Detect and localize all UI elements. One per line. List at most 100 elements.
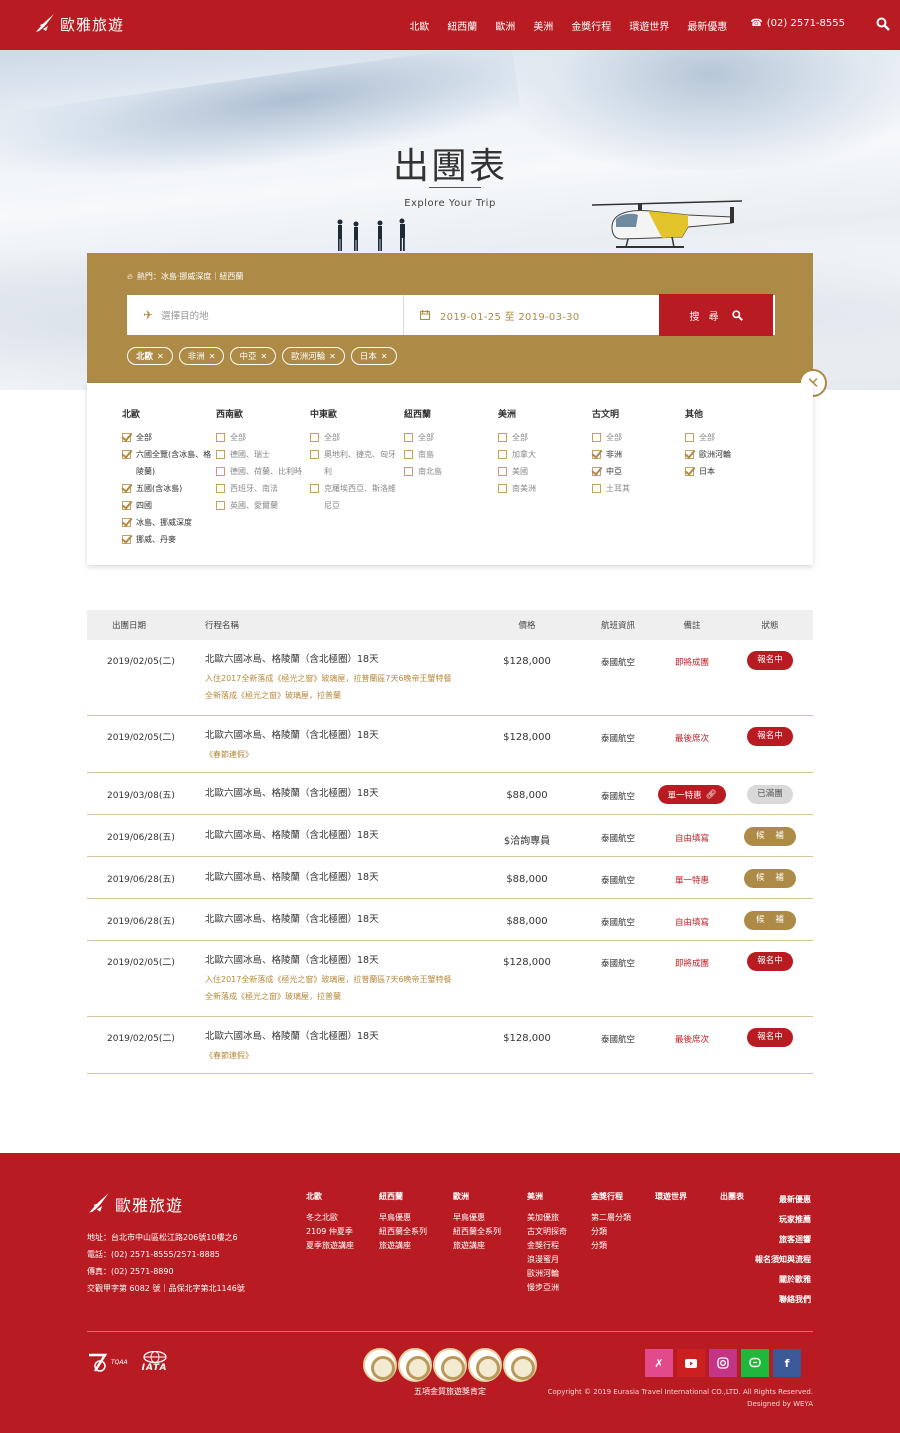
nav-item-nordic[interactable]: 北歐 [400, 18, 438, 33]
status-badge[interactable]: 候 補 [744, 869, 796, 888]
footer-link[interactable]: 金獎行程 [527, 1239, 567, 1253]
footer-link[interactable]: 第二層分類 [591, 1211, 631, 1225]
filter-chip[interactable]: 歐洲河輪 ✕ [282, 347, 345, 365]
footer-link[interactable]: 早鳥優惠 [379, 1211, 427, 1225]
status-badge[interactable]: 候 補 [744, 911, 796, 930]
footer-brand-logo[interactable]: 歐雅旅遊 [87, 1191, 183, 1217]
filter-option[interactable]: 歐洲河輪 [685, 446, 777, 463]
checkbox[interactable] [122, 501, 131, 510]
filter-option[interactable]: 西班牙、南法 [216, 480, 308, 497]
checkbox[interactable] [122, 433, 131, 442]
filter-option[interactable]: 全部 [216, 429, 308, 446]
filter-option[interactable]: 全部 [498, 429, 590, 446]
footer-column-title[interactable]: 金獎行程 [591, 1190, 631, 1204]
search-button[interactable]: 搜 尋 [659, 294, 773, 336]
chip-remove-icon[interactable]: ✕ [209, 352, 216, 361]
instagram-icon[interactable] [709, 1349, 737, 1377]
search-icon[interactable] [876, 17, 890, 31]
chip-remove-icon[interactable]: ✕ [329, 352, 336, 361]
chip-remove-icon[interactable]: ✕ [381, 352, 388, 361]
checkbox[interactable] [216, 467, 225, 476]
status-badge[interactable]: 已滿團 [747, 785, 793, 804]
status-badge[interactable]: 報名中 [747, 727, 793, 746]
filter-option[interactable]: 四國 [122, 497, 214, 514]
pixnet-icon[interactable]: ✗ [645, 1349, 673, 1377]
filter-chip[interactable]: 中亞 ✕ [230, 347, 277, 365]
youtube-icon[interactable] [677, 1349, 705, 1377]
footer-link-recommend[interactable]: 玩家推薦 [755, 1210, 811, 1230]
checkbox[interactable] [216, 501, 225, 510]
footer-link-offers[interactable]: 最新優惠 [755, 1190, 811, 1210]
footer-column-title[interactable]: 歐洲 [453, 1190, 501, 1204]
chip-remove-icon[interactable]: ✕ [157, 352, 164, 361]
footer-column-title[interactable]: 出團表 [720, 1190, 744, 1204]
checkbox[interactable] [592, 467, 601, 476]
footer-link[interactable]: 旅遊講座 [379, 1239, 427, 1253]
checkbox[interactable] [404, 433, 413, 442]
checkbox[interactable] [592, 450, 601, 459]
promo-badge[interactable]: 單一特惠 🔗︎ [657, 785, 727, 804]
status-badge[interactable]: 候 補 [744, 827, 796, 846]
status-badge[interactable]: 報名中 [747, 651, 793, 670]
checkbox[interactable] [216, 450, 225, 459]
filter-option[interactable]: 日本 [685, 463, 777, 480]
filter-option[interactable]: 中亞 [592, 463, 684, 480]
footer-column-title[interactable]: 美洲 [527, 1190, 567, 1204]
nav-item-america[interactable]: 美洲 [524, 18, 562, 33]
footer-link[interactable]: 慢步亞洲 [527, 1281, 567, 1295]
filter-option[interactable]: 非洲 [592, 446, 684, 463]
footer-column-title[interactable]: 紐西蘭 [379, 1190, 427, 1204]
footer-link[interactable]: 分類 [591, 1239, 631, 1253]
footer-link[interactable]: 古文明探奇 [527, 1225, 567, 1239]
filter-option[interactable]: 土耳其 [592, 480, 684, 497]
footer-link[interactable]: 冬之北歐 [306, 1211, 354, 1225]
nav-item-europe[interactable]: 歐洲 [486, 18, 524, 33]
brand-logo[interactable]: 歐雅旅遊 [34, 12, 124, 36]
filter-chip[interactable]: 北歐 ✕ [127, 347, 173, 365]
checkbox[interactable] [498, 450, 507, 459]
footer-link-registration[interactable]: 報名須知與流程 [755, 1250, 811, 1270]
filter-option[interactable]: 英國、愛爾蘭 [216, 497, 308, 514]
checkbox[interactable] [498, 467, 507, 476]
filter-option[interactable]: 全部 [310, 429, 402, 446]
footer-link[interactable]: 紐西蘭全系列 [453, 1225, 501, 1239]
date-range-input[interactable]: 2019-01-25 至 2019-03-30 [404, 295, 659, 335]
filter-option[interactable]: 挪威、丹麥 [122, 531, 214, 548]
checkbox[interactable] [404, 450, 413, 459]
line-icon[interactable] [741, 1349, 769, 1377]
trip-name[interactable]: 北歐六國冰島、格陵蘭（含北極圈）18天 [205, 730, 495, 742]
footer-link[interactable]: 美加優旅 [527, 1211, 567, 1225]
filter-option[interactable]: 奧地利、捷克、匈牙利 [310, 446, 402, 480]
filter-option[interactable]: 南島 [404, 446, 496, 463]
footer-link-about[interactable]: 關於歐雅 [755, 1270, 811, 1290]
filter-option[interactable]: 全部 [404, 429, 496, 446]
filter-option[interactable]: 美國 [498, 463, 590, 480]
trip-name[interactable]: 北歐六國冰島、格陵蘭（含北極圈）18天 [205, 955, 495, 967]
trip-name[interactable]: 北歐六國冰島、格陵蘭（含北極圈）18天 [205, 872, 495, 884]
filter-option[interactable]: 南美洲 [498, 480, 590, 497]
destination-select[interactable]: ✈ 選擇目的地 [127, 295, 404, 335]
footer-link[interactable]: 夏季旅遊講座 [306, 1239, 354, 1253]
footer-column-title[interactable]: 環遊世界 [655, 1190, 687, 1204]
checkbox[interactable] [404, 467, 413, 476]
facebook-icon[interactable]: f [773, 1349, 801, 1377]
checkbox[interactable] [310, 433, 319, 442]
filter-option[interactable]: 全部 [685, 429, 777, 446]
checkbox[interactable] [685, 433, 694, 442]
footer-link[interactable]: 浪漫蜜月 [527, 1253, 567, 1267]
trip-name[interactable]: 北歐六國冰島、格陵蘭（含北極圈）18天 [205, 1031, 495, 1043]
nav-item-new-zealand[interactable]: 紐西蘭 [438, 18, 486, 33]
checkbox[interactable] [310, 450, 319, 459]
checkbox[interactable] [685, 467, 694, 476]
footer-link-feedback[interactable]: 旅客迴響 [755, 1230, 811, 1250]
footer-column-title[interactable]: 北歐 [306, 1190, 354, 1204]
checkbox[interactable] [592, 484, 601, 493]
checkbox[interactable] [592, 433, 601, 442]
checkbox[interactable] [310, 484, 319, 493]
checkbox[interactable] [216, 433, 225, 442]
footer-link[interactable]: 歐洲河輪 [527, 1267, 567, 1281]
checkbox[interactable] [216, 484, 225, 493]
checkbox[interactable] [685, 450, 694, 459]
filter-option[interactable]: 德國、荷蘭、比利時 [216, 463, 308, 480]
checkbox[interactable] [122, 450, 131, 459]
